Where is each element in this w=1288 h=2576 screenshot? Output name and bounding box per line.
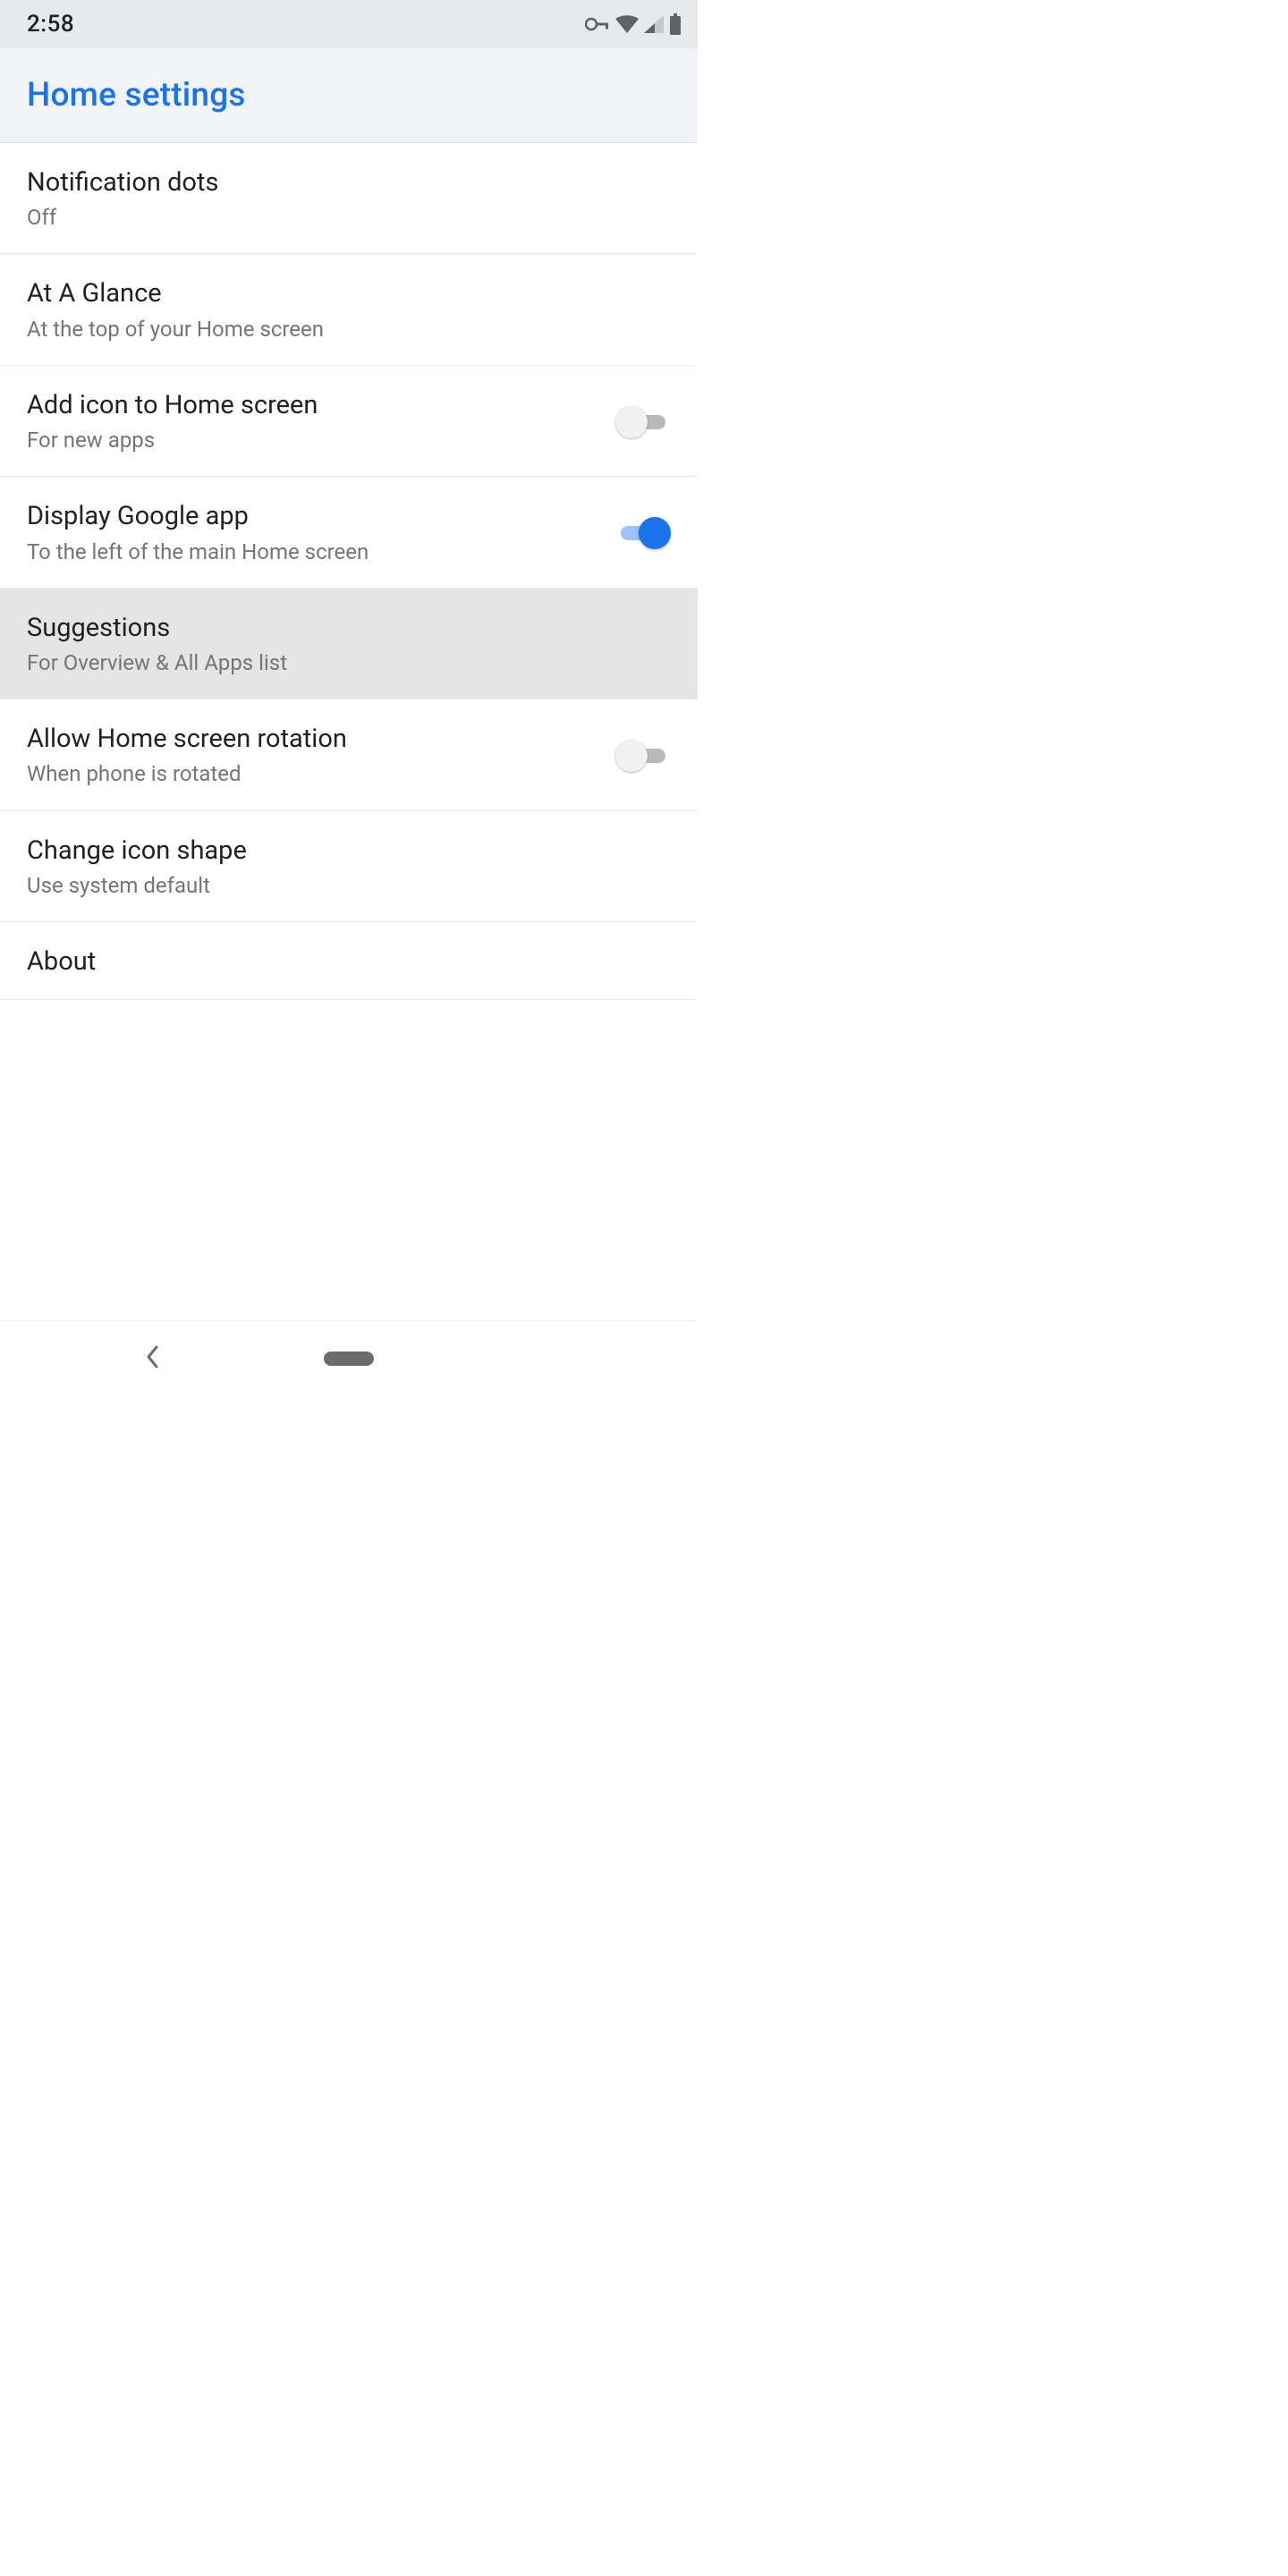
row-at-a-glance[interactable]: At A Glance At the top of your Home scre… <box>0 254 698 365</box>
status-bar: 2:58 <box>0 0 698 48</box>
row-suggestions[interactable]: Suggestions For Overview & All Apps list <box>0 589 698 699</box>
row-title: Notification dots <box>27 166 671 199</box>
row-title: Change icon shape <box>27 835 671 867</box>
row-subtitle: For Overview & All Apps list <box>27 649 671 677</box>
vpn-key-icon <box>585 16 610 32</box>
empty-space <box>0 1000 698 1320</box>
cell-signal-icon <box>644 15 664 33</box>
wifi-icon <box>615 15 639 33</box>
back-button[interactable] <box>143 1343 163 1374</box>
row-subtitle: Use system default <box>27 872 671 900</box>
navigation-bar <box>0 1320 698 1395</box>
row-title: About <box>27 945 671 978</box>
settings-list: Notification dots Off At A Glance At the… <box>0 143 698 1000</box>
status-icons <box>585 13 682 35</box>
row-add-icon[interactable]: Add icon to Home screen For new apps <box>0 366 698 477</box>
switch-google-app[interactable] <box>615 517 671 549</box>
row-title: Suggestions <box>27 612 671 644</box>
row-subtitle: For new apps <box>27 427 594 454</box>
row-subtitle: At the top of your Home screen <box>27 316 671 343</box>
switch-rotation[interactable] <box>615 740 671 772</box>
page-title: Home settings <box>27 76 246 114</box>
row-rotation[interactable]: Allow Home screen rotation When phone is… <box>0 699 698 810</box>
home-pill[interactable] <box>324 1352 374 1366</box>
page-header: Home settings <box>0 48 698 143</box>
switch-add-icon[interactable] <box>615 406 671 438</box>
row-title: At A Glance <box>27 277 671 309</box>
row-icon-shape[interactable]: Change icon shape Use system default <box>0 811 698 922</box>
row-subtitle: Off <box>27 204 671 232</box>
battery-icon <box>669 13 682 35</box>
row-notification-dots[interactable]: Notification dots Off <box>0 143 698 254</box>
row-title: Add icon to Home screen <box>27 389 594 421</box>
row-display-google-app[interactable]: Display Google app To the left of the ma… <box>0 477 698 588</box>
row-subtitle: When phone is rotated <box>27 760 594 788</box>
row-title: Allow Home screen rotation <box>27 723 594 755</box>
chevron-left-icon <box>143 1343 163 1370</box>
row-subtitle: To the left of the main Home screen <box>27 538 594 566</box>
row-title: Display Google app <box>27 500 594 532</box>
status-time: 2:58 <box>27 11 74 38</box>
row-about[interactable]: About <box>0 922 698 1000</box>
